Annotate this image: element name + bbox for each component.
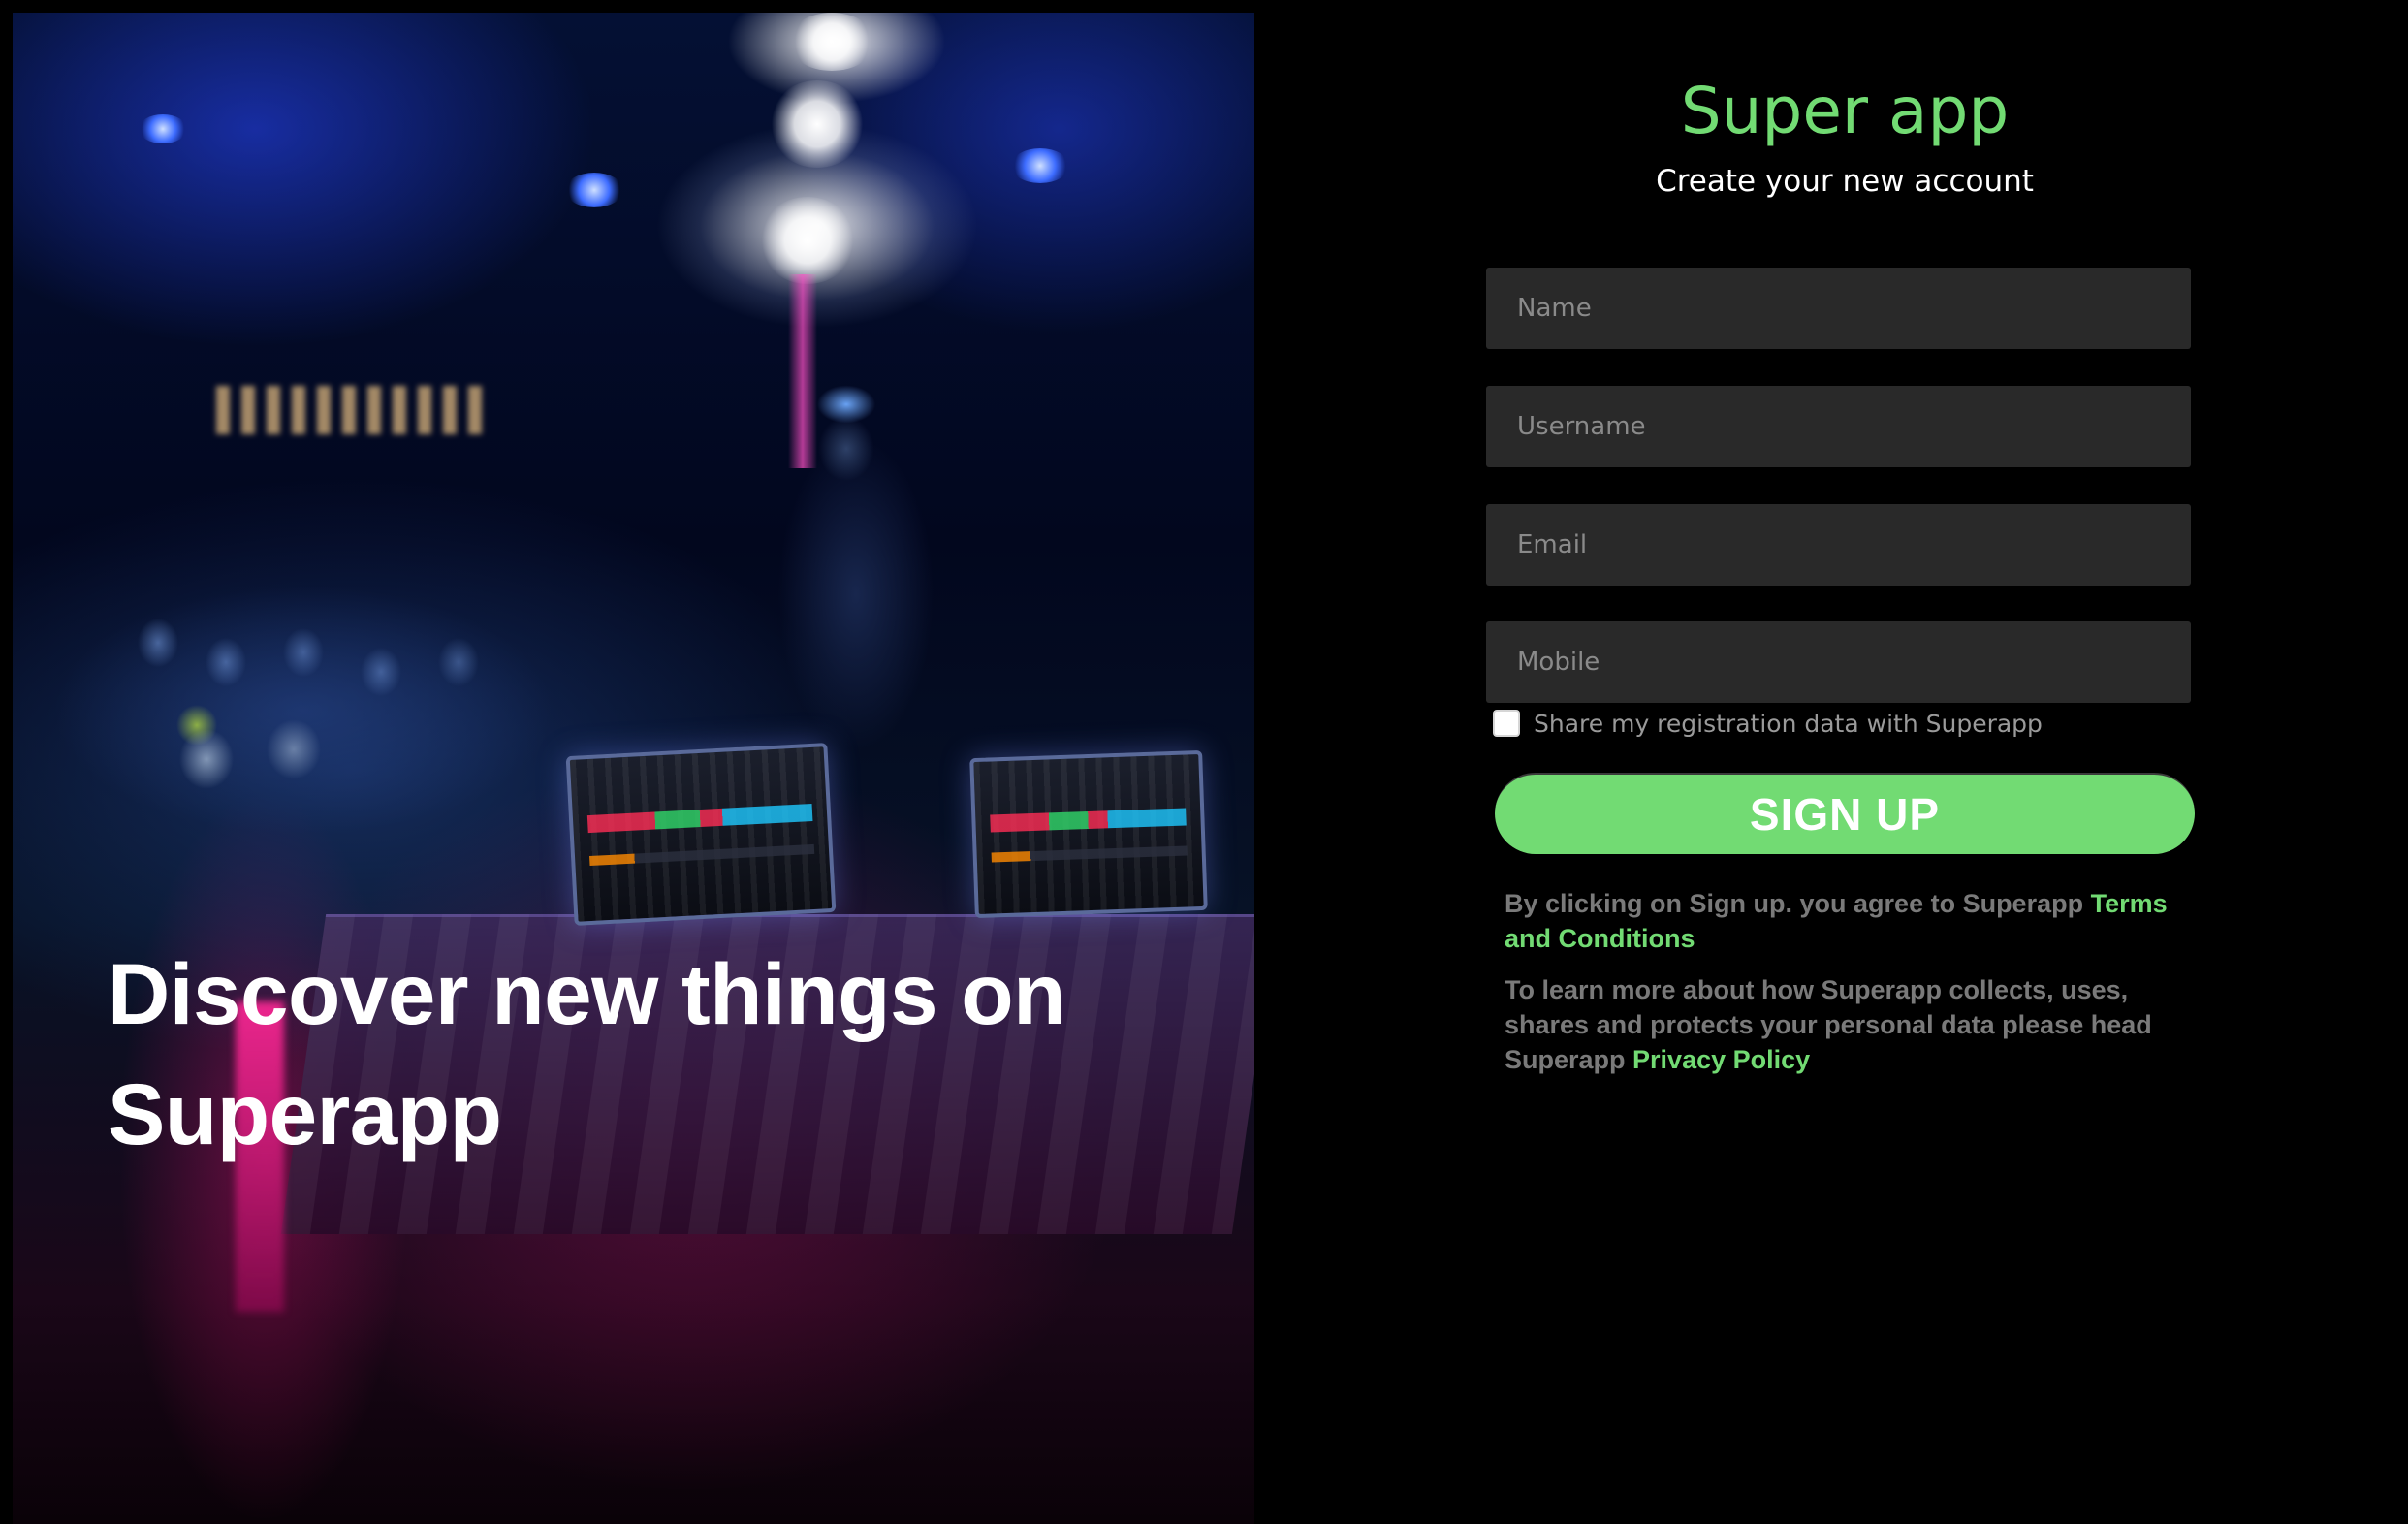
laptop-screen xyxy=(565,743,837,926)
crowd xyxy=(13,556,633,905)
spotlight xyxy=(759,197,856,284)
privacy-notice: To learn more about how Superapp collect… xyxy=(1505,972,2193,1077)
venue-sign-lights xyxy=(216,386,488,434)
share-data-row[interactable]: Share my registration data with Superapp xyxy=(1493,706,2043,741)
laptop-screen xyxy=(969,749,1208,919)
hero-title-line2: Superapp xyxy=(108,1065,502,1162)
performer xyxy=(749,381,943,788)
app-logo-title: Super app xyxy=(1680,74,2010,148)
privacy-policy-link[interactable]: Privacy Policy xyxy=(1632,1045,1810,1074)
username-field[interactable] xyxy=(1486,386,2191,467)
share-data-label: Share my registration data with Superapp xyxy=(1534,709,2043,738)
email-field[interactable] xyxy=(1486,504,2191,586)
stage-light xyxy=(139,114,187,143)
terms-notice: By clicking on Sign up. you agree to Sup… xyxy=(1505,886,2193,956)
privacy-notice-text: To learn more about how Superapp collect… xyxy=(1505,975,2152,1074)
signup-page: Discover new things on Superapp Super ap… xyxy=(0,0,2408,1524)
stage-light xyxy=(565,173,623,207)
hero-title: Discover new things on Superapp xyxy=(108,934,1174,1174)
mobile-field[interactable] xyxy=(1486,621,2191,703)
name-field[interactable] xyxy=(1486,268,2191,349)
stage-light xyxy=(1011,148,1069,183)
page-subtitle: Create your new account xyxy=(1656,164,2034,199)
spotlight xyxy=(788,13,875,71)
terms-notice-text: By clicking on Sign up. you agree to Sup… xyxy=(1505,889,2091,918)
share-data-checkbox[interactable] xyxy=(1493,710,1520,737)
signup-button[interactable]: SIGN UP xyxy=(1495,773,2195,854)
hero-concert-image: Discover new things on Superapp xyxy=(13,13,1254,1524)
spotlight xyxy=(769,80,866,168)
hero-title-line1: Discover new things on xyxy=(108,945,1065,1042)
